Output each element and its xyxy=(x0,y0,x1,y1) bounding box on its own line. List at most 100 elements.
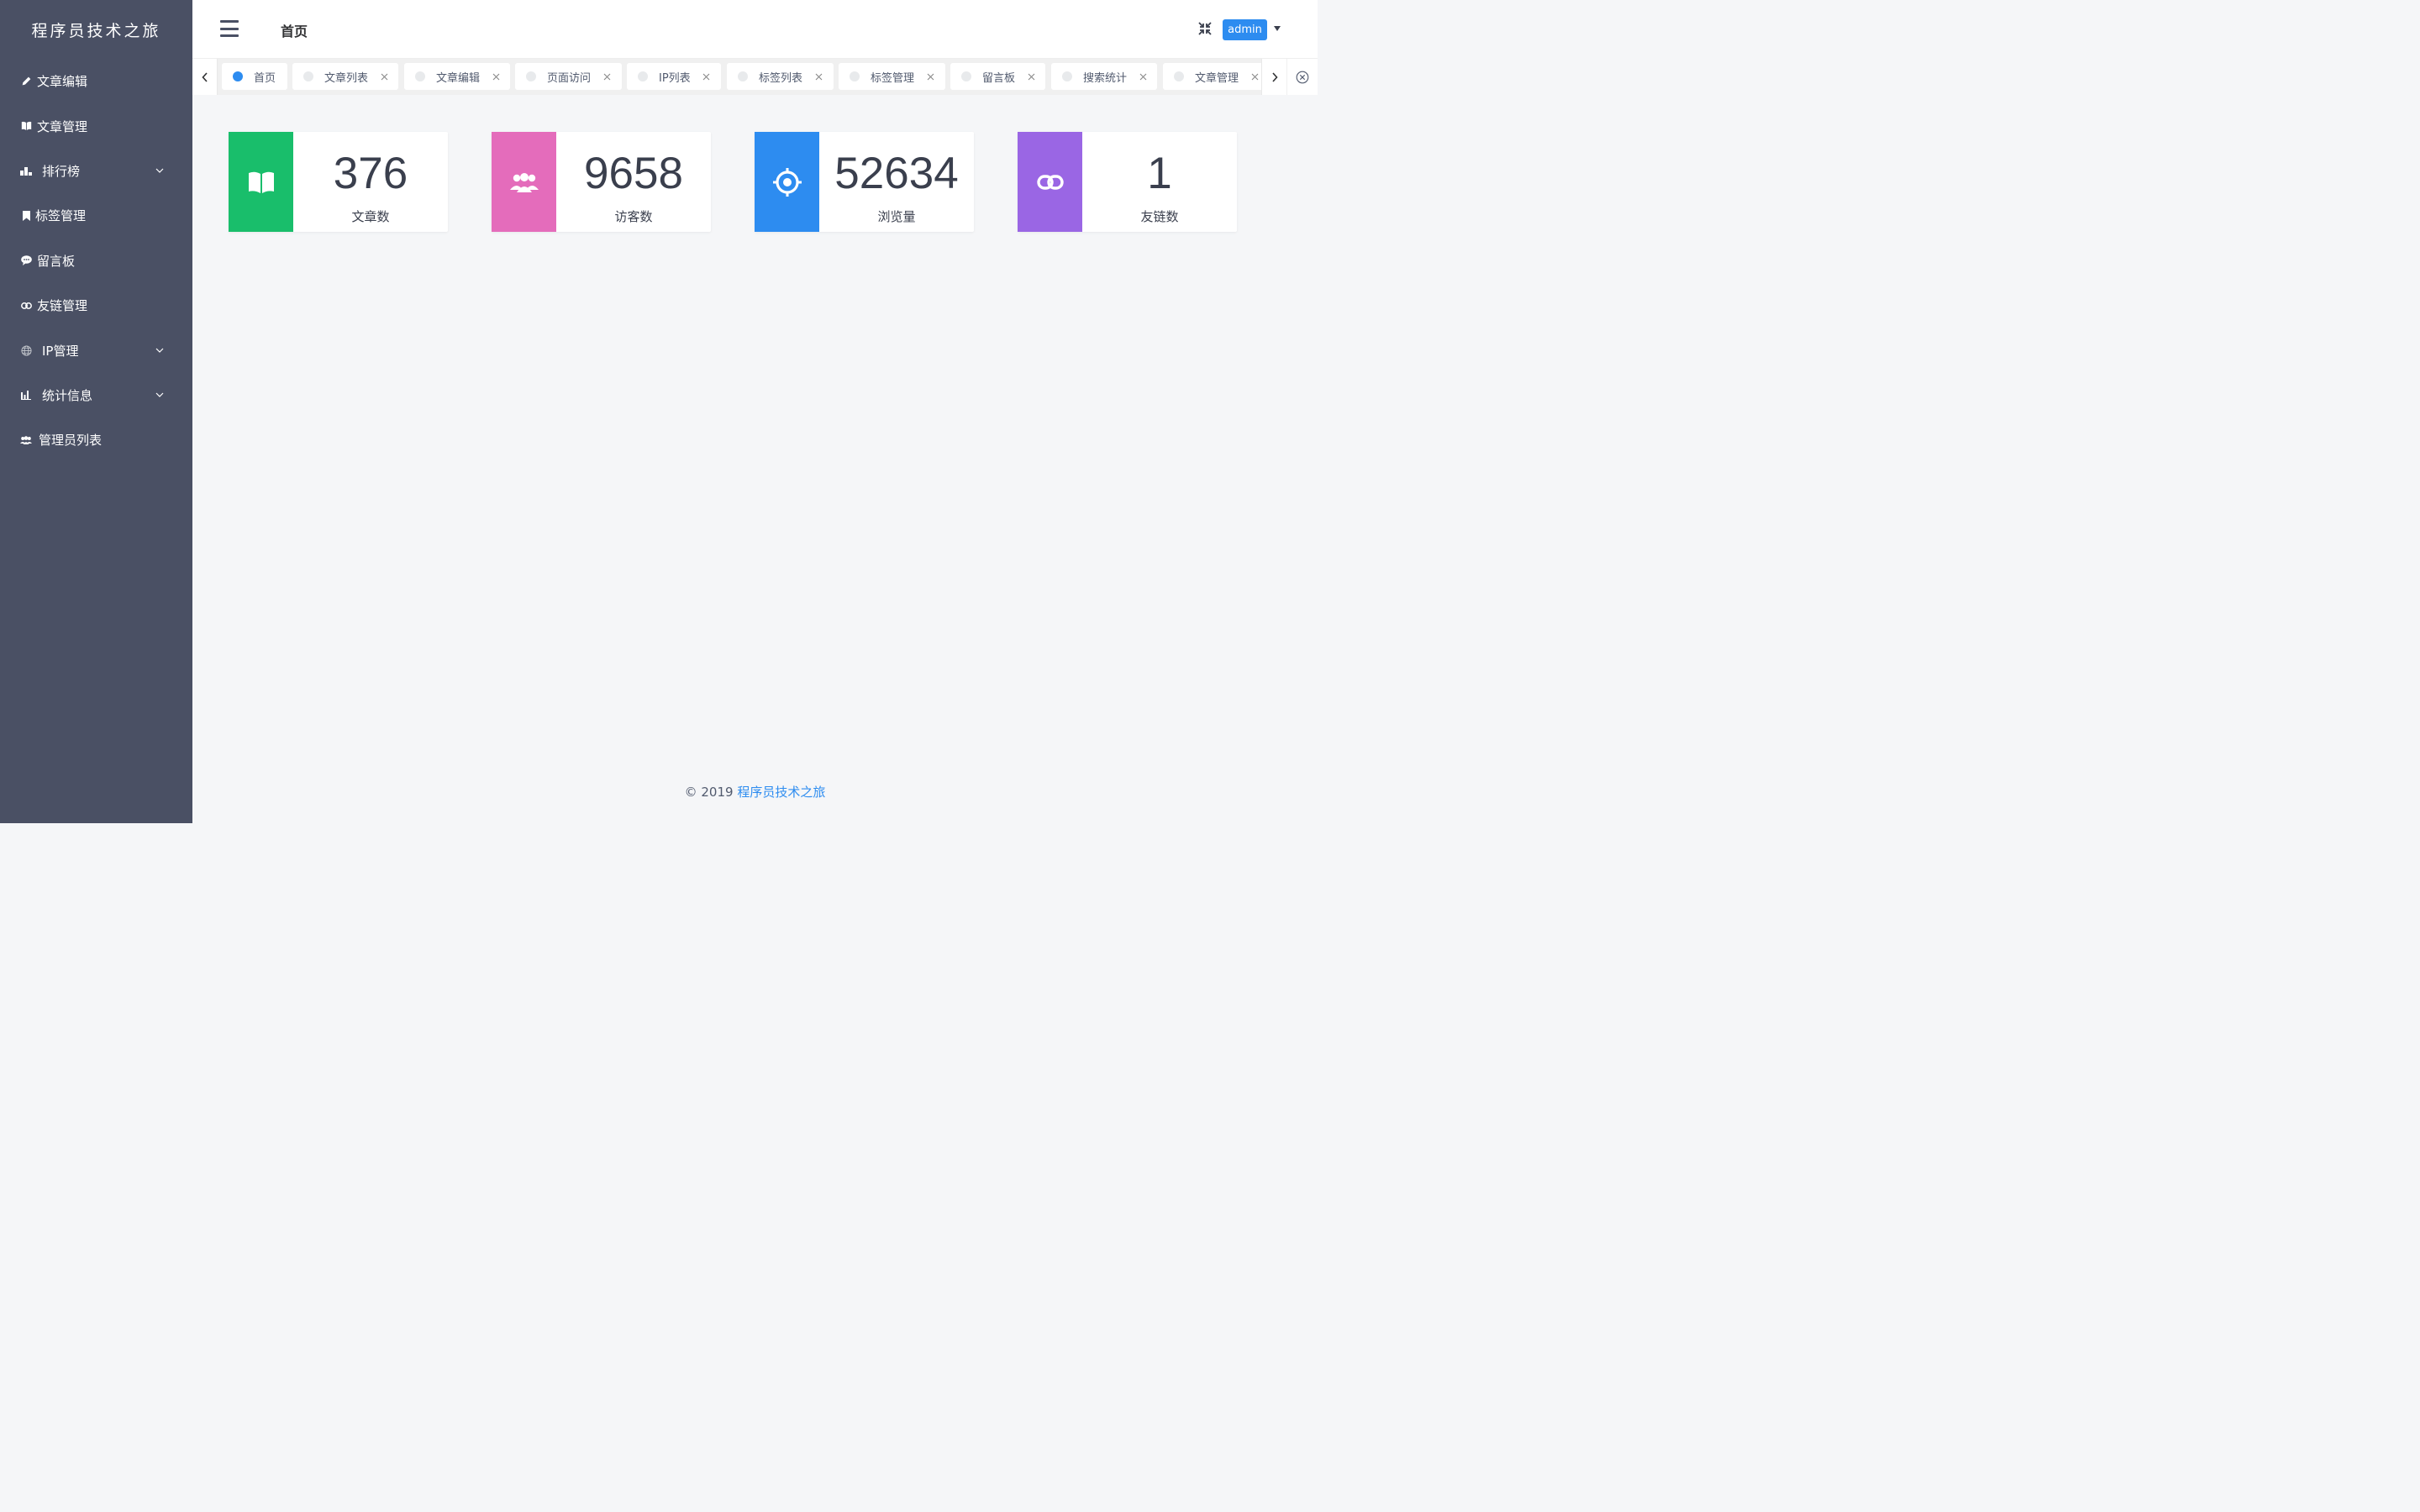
user-menu-button[interactable]: admin xyxy=(1223,19,1267,40)
globe-icon xyxy=(20,344,32,356)
tab-status-dot xyxy=(738,71,748,81)
tab-label: 文章管理 xyxy=(1195,71,1239,85)
stat-badge xyxy=(755,132,819,232)
caret-down-icon[interactable] xyxy=(1274,26,1281,31)
close-icon[interactable] xyxy=(1026,71,1036,81)
tab-article-edit[interactable]: 文章编辑 xyxy=(404,63,510,90)
tab-status-dot xyxy=(415,71,425,81)
tab-label: 留言板 xyxy=(982,71,1016,85)
sidebar-item-label: 管理员列表 xyxy=(39,433,103,449)
sidebar-item-label: 标签管理 xyxy=(35,208,87,224)
tab-status-dot xyxy=(638,71,648,81)
close-icon[interactable] xyxy=(702,71,712,81)
stat-label: 文章数 xyxy=(351,209,390,224)
page-title: 首页 xyxy=(281,24,308,39)
sidebar-item-label: 文章管理 xyxy=(37,118,88,134)
tab-article-list[interactable]: 文章列表 xyxy=(292,63,398,90)
tab-label: 页面访问 xyxy=(547,71,592,85)
close-icon[interactable] xyxy=(813,71,823,81)
tabs-scroll-left-button[interactable] xyxy=(192,59,218,95)
stat-card-visitors: 9658 访客数 xyxy=(492,132,711,232)
tabs-scroll-right-button[interactable] xyxy=(1261,59,1286,95)
stat-value: 1 xyxy=(1147,149,1172,198)
sidebar-item-label: IP管理 xyxy=(42,343,79,359)
book-icon xyxy=(248,171,274,193)
sidebar-item-label: 友链管理 xyxy=(37,298,88,314)
stat-card-friend-links: 1 友链数 xyxy=(1018,132,1237,232)
stat-label: 友链数 xyxy=(1140,209,1179,224)
chevron-down-icon xyxy=(155,346,164,354)
tab-ip-list[interactable]: IP列表 xyxy=(627,63,721,90)
link-icon xyxy=(1036,174,1064,190)
menu-toggle-icon[interactable] xyxy=(220,20,239,37)
stat-label: 访客数 xyxy=(614,209,653,224)
sidebar-item-label: 留言板 xyxy=(37,253,76,269)
close-circle-icon xyxy=(1296,71,1309,83)
tab-label: 标签管理 xyxy=(871,71,915,85)
sidebar-item-ip-manage[interactable]: IP管理 xyxy=(0,328,192,372)
sidebar-item-label: 统计信息 xyxy=(42,387,93,403)
tab-label: 文章编辑 xyxy=(436,71,481,85)
chevron-left-icon xyxy=(201,71,208,82)
exit-fullscreen-icon[interactable] xyxy=(1197,21,1213,36)
bar-chart-icon xyxy=(20,165,32,176)
close-icon[interactable] xyxy=(1138,71,1148,81)
book-icon xyxy=(20,120,32,132)
link-icon xyxy=(20,300,32,312)
footer-site-link[interactable]: 程序员技术之旅 xyxy=(737,785,825,800)
close-icon[interactable] xyxy=(491,71,501,81)
app-logo: 程序员技术之旅 xyxy=(31,21,161,40)
tab-label: 标签列表 xyxy=(759,71,803,85)
sidebar-item-tag-manage[interactable]: 标签管理 xyxy=(0,193,192,238)
tab-status-dot xyxy=(233,71,243,81)
target-icon xyxy=(772,167,802,197)
bookmark-icon xyxy=(20,210,32,222)
sidebar-item-guestbook[interactable]: 留言板 xyxy=(0,239,192,283)
tab-status-dot xyxy=(961,71,971,81)
copyright-text: © 2019 xyxy=(684,785,738,800)
tab-status-dot xyxy=(526,71,536,81)
close-icon[interactable] xyxy=(925,71,935,81)
tab-guestbook[interactable]: 留言板 xyxy=(950,63,1045,90)
users-icon xyxy=(509,172,539,192)
sidebar-item-label: 排行榜 xyxy=(42,163,81,179)
tab-tag-manage[interactable]: 标签管理 xyxy=(839,63,945,90)
sidebar-item-article-manage[interactable]: 文章管理 xyxy=(0,103,192,148)
tabs-track: 首页 文章列表 文章编辑 页面访问 IP列表 标签列表 标签管理 留言板 搜索统… xyxy=(222,63,1261,90)
chevron-right-icon xyxy=(1271,71,1278,82)
chat-bubble-icon xyxy=(20,255,32,266)
stat-card-articles: 376 文章数 xyxy=(229,132,448,232)
sidebar: 程序员技术之旅 文章编辑 文章管理 排行榜 标签管理 留言板 友链管理 IP管理… xyxy=(0,0,192,823)
tab-article-manage[interactable]: 文章管理 xyxy=(1163,63,1261,90)
chevron-down-icon xyxy=(155,391,164,399)
sidebar-item-ranking[interactable]: 排行榜 xyxy=(0,149,192,193)
page-footer: © 2019 程序员技术之旅 xyxy=(192,783,1318,801)
tab-tag-list[interactable]: 标签列表 xyxy=(727,63,834,90)
chevron-down-icon xyxy=(155,166,164,175)
stat-value: 376 xyxy=(333,149,408,198)
sidebar-item-statistics[interactable]: 统计信息 xyxy=(0,373,192,417)
tab-label: 搜索统计 xyxy=(1083,71,1128,85)
tab-page-visits[interactable]: 页面访问 xyxy=(515,63,622,90)
tab-status-dot xyxy=(1062,71,1072,81)
sidebar-item-article-edit[interactable]: 文章编辑 xyxy=(0,59,192,103)
close-icon[interactable] xyxy=(1249,71,1260,81)
top-header: 首页 admin xyxy=(192,0,1318,59)
close-icon[interactable] xyxy=(379,71,389,81)
stats-icon xyxy=(20,389,32,401)
sidebar-item-admin-list[interactable]: 管理员列表 xyxy=(0,417,192,462)
tab-label: 首页 xyxy=(254,71,276,85)
tab-search-stats[interactable]: 搜索统计 xyxy=(1051,63,1157,90)
tab-home[interactable]: 首页 xyxy=(222,63,287,90)
tab-label: IP列表 xyxy=(659,71,691,85)
sidebar-menu: 文章编辑 文章管理 排行榜 标签管理 留言板 友链管理 IP管理 统计信息 管理… xyxy=(0,59,192,463)
stat-badge xyxy=(492,132,556,232)
close-icon[interactable] xyxy=(602,71,612,81)
sidebar-item-label: 文章编辑 xyxy=(37,74,88,90)
close-all-tabs-button[interactable] xyxy=(1287,59,1318,95)
users-icon xyxy=(20,434,32,446)
sidebar-item-friend-links[interactable]: 友链管理 xyxy=(0,283,192,328)
stat-label: 浏览量 xyxy=(877,209,916,224)
tab-status-dot xyxy=(850,71,860,81)
stat-badge xyxy=(1018,132,1082,232)
